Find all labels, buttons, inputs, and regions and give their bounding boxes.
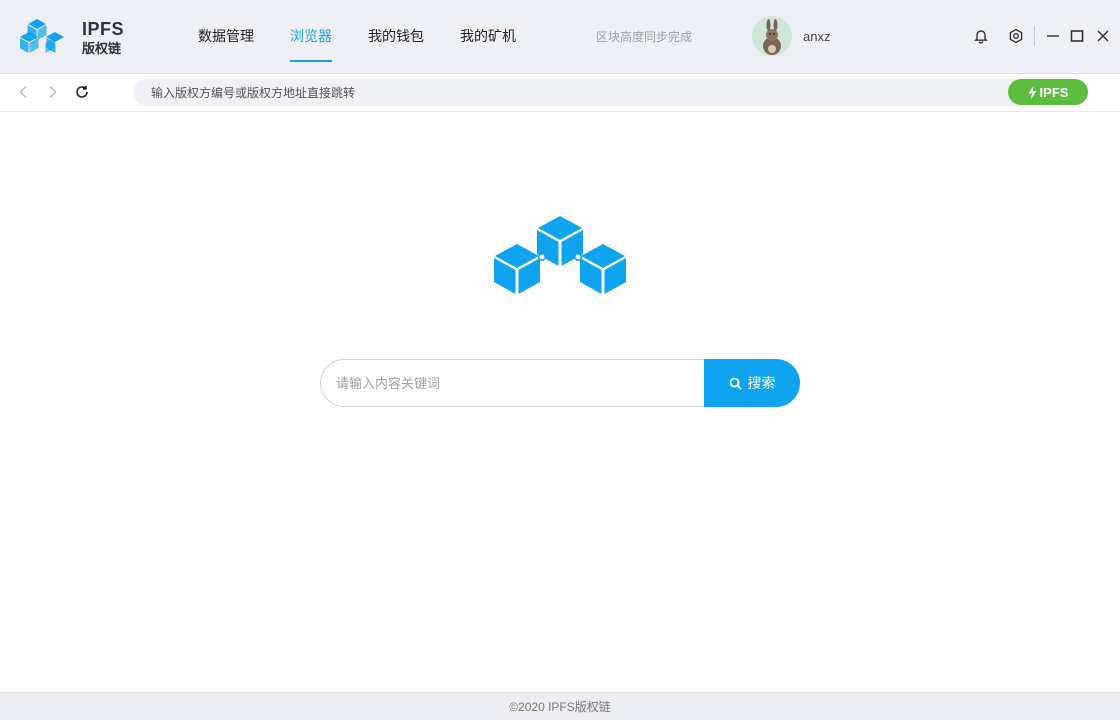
username[interactable]: anxz (803, 29, 830, 44)
logo-title: IPFS (82, 19, 125, 39)
search-box: 搜索 (320, 359, 800, 407)
title-bar: IPFS 版权链 数据管理 浏览器 我的钱包 我的矿机 区块高度同步完成 anx… (0, 0, 1120, 74)
app-logo: IPFS 版权链 (20, 18, 130, 58)
nav-item-miner[interactable]: 我的矿机 (460, 0, 516, 74)
avatar[interactable] (752, 16, 792, 56)
forward-icon[interactable] (43, 83, 61, 101)
address-field: IPFS (133, 79, 1088, 106)
address-bar: IPFS (0, 74, 1120, 112)
cubes-logo-icon (20, 19, 64, 53)
refresh-icon[interactable] (73, 83, 91, 101)
search-input[interactable] (320, 359, 720, 407)
logo-subtitle: 版权链 (82, 41, 122, 56)
bell-icon[interactable] (971, 26, 991, 46)
address-input[interactable] (151, 79, 991, 106)
settings-icon[interactable] (1006, 26, 1026, 46)
close-icon[interactable] (1093, 26, 1113, 46)
sync-status-text: 区块高度同步完成 (596, 30, 693, 44)
toolbar-divider (1034, 26, 1035, 46)
center-cubes-logo-icon (494, 214, 626, 294)
back-icon[interactable] (15, 83, 33, 101)
nav-item-browser[interactable]: 浏览器 (290, 0, 332, 74)
search-icon (729, 377, 742, 390)
rabbit-avatar-icon (752, 16, 792, 56)
search-button[interactable]: 搜索 (704, 359, 800, 407)
ipfs-button-label: IPFS (1039, 84, 1069, 100)
footer: ©2020 IPFS版权链 (0, 692, 1120, 720)
search-button-label: 搜索 (747, 375, 776, 391)
main-nav: 数据管理 浏览器 我的钱包 我的矿机 (198, 0, 552, 74)
lightning-icon (1028, 85, 1037, 99)
maximize-icon[interactable] (1067, 26, 1087, 46)
nav-item-wallet[interactable]: 我的钱包 (368, 0, 424, 74)
ipfs-button[interactable]: IPFS (1008, 79, 1088, 105)
minimize-icon[interactable] (1043, 26, 1063, 46)
nav-item-data-management[interactable]: 数据管理 (198, 0, 254, 74)
